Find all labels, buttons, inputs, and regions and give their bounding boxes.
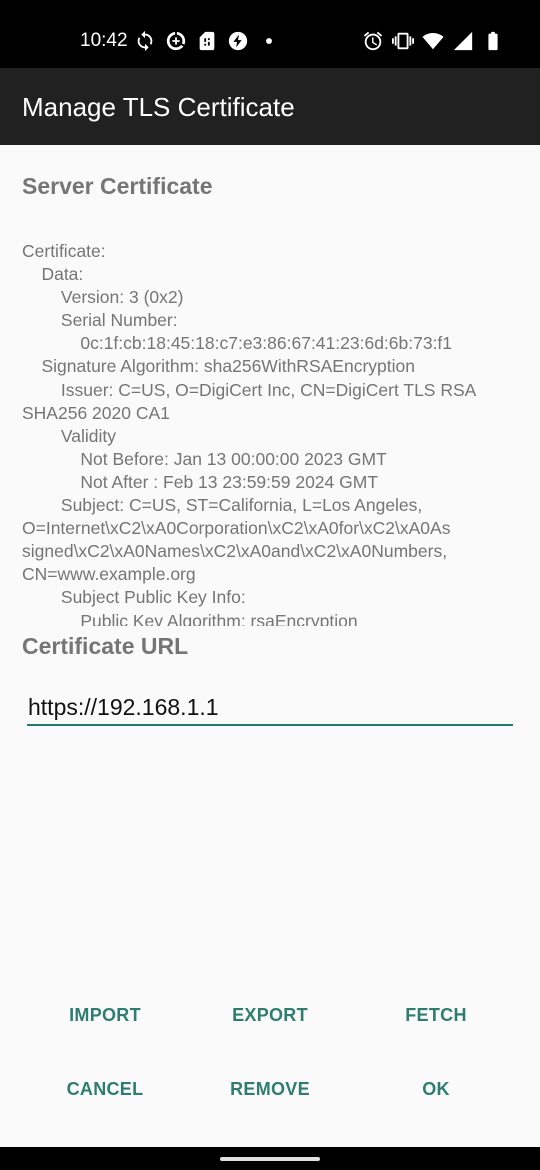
ok-button[interactable]: OK [361, 1069, 511, 1109]
certificate-text-line: Not Before: Jan 13 00:00:00 2023 GMT [22, 448, 387, 469]
certificate-text-line: Subject: C=US, ST=California, L=Los Ange… [22, 495, 423, 516]
certificate-text-line: signed\xC2\xA0Names\xC2\xA0and\xC2\xA0Nu… [22, 541, 448, 562]
certificate-text-line: Issuer: C=US, O=DigiCert Inc, CN=DigiCer… [22, 379, 477, 400]
battery-icon [482, 30, 504, 52]
signal-icon [452, 30, 474, 52]
dot-icon [258, 30, 280, 52]
certificate-text-line: Data: [22, 264, 84, 285]
certificate-details-scroll[interactable]: Certificate: Data: Version: 3 (0x2) Seri… [22, 240, 518, 626]
certificate-url-heading: Certificate URL [22, 633, 189, 659]
sync-icon [134, 30, 156, 52]
alarm-icon [362, 30, 384, 52]
certificate-url-input[interactable] [27, 690, 513, 726]
certificate-text-line: 0c:1f:cb:18:45:18:c7:e3:86:67:41:23:6d:6… [22, 333, 453, 354]
certificate-text-line: Public Key Algorithm: rsaEncryption [22, 610, 358, 627]
status-time: 10:42 [80, 30, 128, 51]
status-system-icons [362, 30, 504, 52]
certificate-text-line: Signature Algorithm: sha256WithRSAEncryp… [22, 356, 415, 377]
remove-button[interactable]: REMOVE [195, 1069, 345, 1109]
status-notification-icons [134, 30, 280, 52]
certificate-text-line: Certificate: [22, 241, 106, 261]
data-saver-icon [165, 30, 187, 52]
certificate-text-line: Validity [22, 425, 117, 446]
certificate-text-line: O=Internet\xC2\xA0Corporation\xC2\xA0for… [22, 518, 451, 539]
certificate-text-line: Not After : Feb 13 23:59:59 2024 GMT [22, 471, 379, 492]
certificate-text-line: Serial Number: [22, 310, 178, 331]
import-button[interactable]: IMPORT [30, 995, 180, 1035]
status-bar: 10:42 [0, 0, 540, 68]
sim-card-icon [196, 30, 218, 52]
app-bar: Manage TLS Certificate [0, 68, 540, 145]
certificate-text-line: Subject Public Key Info: [22, 587, 246, 608]
bolt-icon [227, 30, 249, 52]
page-title: Manage TLS Certificate [22, 92, 295, 122]
home-gesture-handle[interactable] [220, 1157, 320, 1161]
server-certificate-heading: Server Certificate [22, 173, 213, 199]
fetch-button[interactable]: FETCH [361, 995, 511, 1035]
certificate-text-line: SHA256 2020 CA1 [22, 402, 170, 423]
certificate-text-line: CN=www.example.org [22, 564, 196, 585]
export-button[interactable]: EXPORT [195, 995, 345, 1035]
vibrate-icon [392, 30, 414, 52]
certificate-text-line: Version: 3 (0x2) [22, 287, 184, 308]
navigation-bar [0, 1147, 540, 1170]
wifi-icon [422, 30, 444, 52]
cancel-button[interactable]: CANCEL [30, 1069, 180, 1109]
